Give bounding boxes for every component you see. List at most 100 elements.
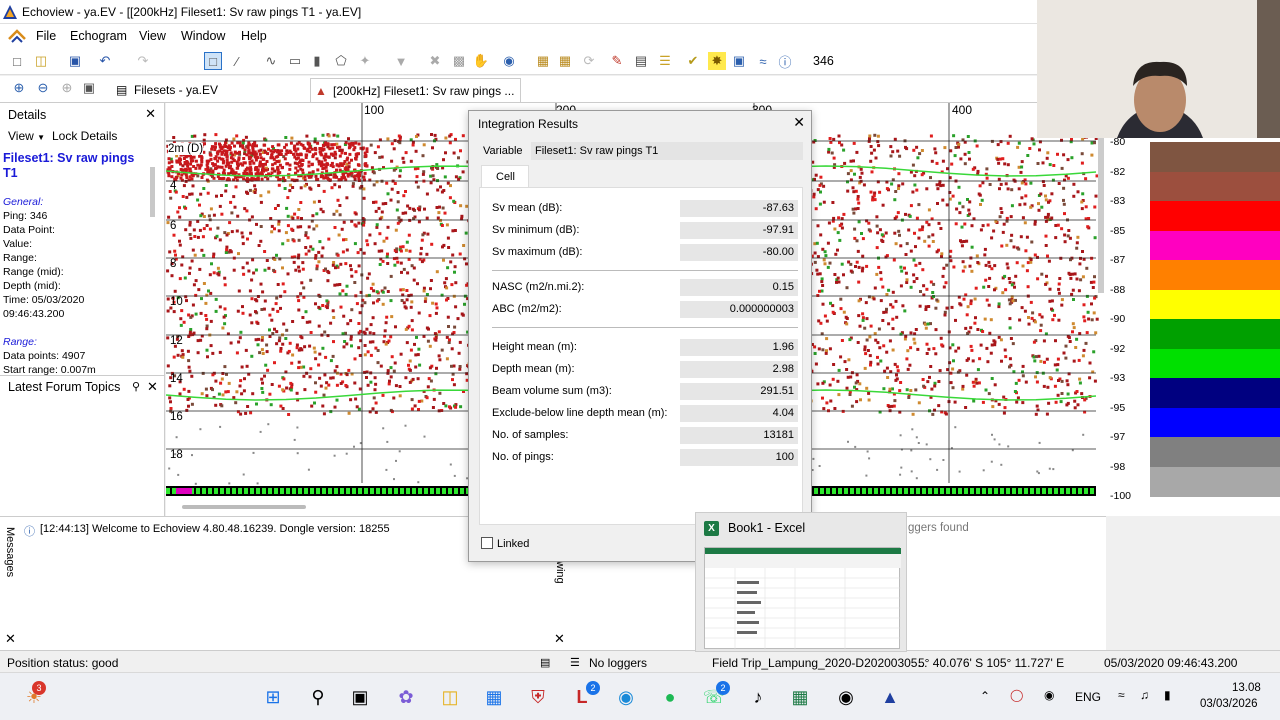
zoom-reset-icon[interactable]: ⊕ (58, 79, 76, 97)
cross-icon[interactable]: ✖ (426, 52, 444, 70)
lock-details-button[interactable]: Lock Details (52, 129, 117, 143)
bug-icon[interactable]: ✸ (708, 52, 726, 70)
echo-sample (187, 404, 190, 408)
echogram-vertical-scrollbar[interactable] (1098, 133, 1104, 293)
spotify-icon[interactable]: ● (656, 683, 684, 711)
close-icon[interactable]: ✕ (5, 631, 16, 647)
battery-icon[interactable]: ▮ (1164, 688, 1171, 702)
redo-icon[interactable]: ↷ (134, 52, 152, 70)
store-icon[interactable]: ▦ (480, 683, 508, 711)
tiktok-icon[interactable]: ♪ (744, 683, 772, 711)
new-file-icon[interactable]: □ (8, 52, 26, 70)
menu-file[interactable]: File (36, 29, 56, 43)
close-icon[interactable]: ✕ (145, 106, 156, 122)
echo-sample (365, 147, 369, 151)
volume-icon[interactable]: ♫ (1140, 688, 1149, 702)
result-value: 0.15 (680, 279, 798, 296)
windows-start-icon[interactable]: ⊞ (259, 683, 287, 711)
tab-cell[interactable]: Cell (481, 165, 529, 187)
copilot-icon[interactable]: ✿ (392, 683, 420, 711)
obs-icon[interactable]: ◉ (832, 683, 860, 711)
logger-list-icon[interactable]: ☰ (570, 656, 580, 669)
save-icon[interactable]: ▣ (66, 52, 84, 70)
zoom-out-icon[interactable]: ⊖ (34, 79, 52, 97)
echo-sample (297, 208, 301, 211)
chevron-up-icon[interactable]: ⌃ (980, 689, 990, 703)
vertical-bar-icon[interactable]: ▮ (308, 52, 326, 70)
display-icon[interactable]: ▣ (730, 52, 748, 70)
excel-taskbar-icon[interactable]: ▦ (786, 683, 814, 711)
close-icon[interactable]: ✕ (793, 114, 805, 131)
microphone-icon[interactable]: ◉ (1044, 688, 1054, 702)
language-indicator[interactable]: ENG (1075, 690, 1101, 704)
menu-view[interactable]: View (139, 29, 166, 43)
tab-echogram[interactable]: ▲ [200kHz] Fileset1: Sv raw pings ... (310, 78, 522, 102)
security-tray-icon[interactable]: ◯ (1010, 688, 1023, 702)
ping-status-segment (442, 488, 446, 494)
line-pick-icon[interactable]: ∕ (228, 52, 246, 70)
echoview-menu-icon[interactable] (8, 29, 26, 43)
info-icon[interactable]: ⓘ (776, 52, 794, 70)
undo-icon[interactable]: ↶ (96, 52, 114, 70)
echo-sample (181, 355, 185, 359)
echo-sample (1063, 240, 1067, 244)
menu-help[interactable]: Help (241, 29, 267, 43)
zoom-in-icon[interactable]: ⊕ (10, 79, 28, 97)
rectangle-draw-icon[interactable]: ▭ (286, 52, 304, 70)
checkbox-box[interactable] (481, 537, 493, 549)
echo-sample (355, 405, 359, 409)
echo-sample (393, 263, 397, 267)
wave-icon[interactable]: ≈ (754, 52, 772, 70)
brush-icon[interactable]: ✦ (356, 52, 374, 70)
menu-window[interactable]: Window (181, 29, 225, 43)
polygon-icon[interactable]: ⬠ (332, 52, 350, 70)
open-folder-icon[interactable]: ◫ (32, 52, 50, 70)
wifi-icon[interactable]: ≈ (1118, 688, 1125, 702)
file-explorer-icon[interactable]: ◫ (436, 683, 464, 711)
echo-sample (242, 157, 246, 160)
task-view-icon[interactable]: ▣ (346, 683, 374, 711)
clock-time[interactable]: 13.08 (1232, 682, 1261, 694)
menu-echogram[interactable]: Echogram (70, 29, 127, 43)
check-icon[interactable]: ✔ (684, 52, 702, 70)
region-add-icon[interactable]: ▦ (534, 52, 552, 70)
ping-status-segment (436, 488, 440, 494)
globe-icon[interactable]: ◉ (500, 52, 518, 70)
echo-sample (933, 381, 937, 385)
polyline-icon[interactable]: ∿ (262, 52, 280, 70)
export-icon[interactable]: ▤ (632, 52, 650, 70)
zoom-fit-icon[interactable]: ▣ (80, 79, 98, 97)
echo-sample (1071, 272, 1075, 276)
clock-date[interactable]: 03/03/2026 (1200, 698, 1258, 710)
logger-icon[interactable]: ▤ (540, 656, 550, 669)
excel-thumbnail[interactable] (704, 547, 901, 650)
refresh-icon[interactable]: ⟳ (580, 52, 598, 70)
tab-filesets[interactable]: ▤ Filesets - ya.EV (112, 78, 224, 102)
measure-icon[interactable]: ▩ (450, 52, 468, 70)
echo-sample (259, 200, 263, 204)
echoview-taskbar-icon[interactable]: ▲ (876, 683, 904, 711)
echo-sample (169, 400, 172, 404)
calibrate-icon[interactable]: ✎ (608, 52, 626, 70)
marker-icon[interactable]: ▼ (392, 52, 410, 70)
echogram-scrollbar[interactable] (182, 505, 306, 509)
echo-sample (937, 404, 941, 408)
pin-icon[interactable]: ⚲ (132, 380, 140, 393)
echo-sample (990, 460, 993, 463)
close-icon[interactable]: ✕ (554, 631, 565, 647)
region-edit-icon[interactable]: ▦ (556, 52, 574, 70)
select-rectangle-icon[interactable]: □ (204, 52, 222, 70)
search-icon[interactable]: ⚲ (304, 683, 332, 711)
close-icon[interactable]: ✕ (147, 379, 158, 395)
linked-checkbox[interactable]: Linked (481, 537, 529, 550)
layers-icon[interactable]: ☰ (656, 52, 674, 70)
pan-hand-icon[interactable]: ✋ (472, 52, 490, 70)
mcafee-icon[interactable]: ⛨ (524, 683, 552, 711)
echo-sample (274, 207, 277, 210)
view-dropdown[interactable]: View ▼ (8, 129, 45, 143)
details-scrollbar[interactable] (150, 167, 155, 217)
edge-icon[interactable]: ◉ (612, 683, 640, 711)
echo-sample (323, 158, 327, 162)
excel-preview-popup[interactable]: X Book1 - Excel (695, 512, 907, 652)
echo-sample (260, 171, 264, 175)
